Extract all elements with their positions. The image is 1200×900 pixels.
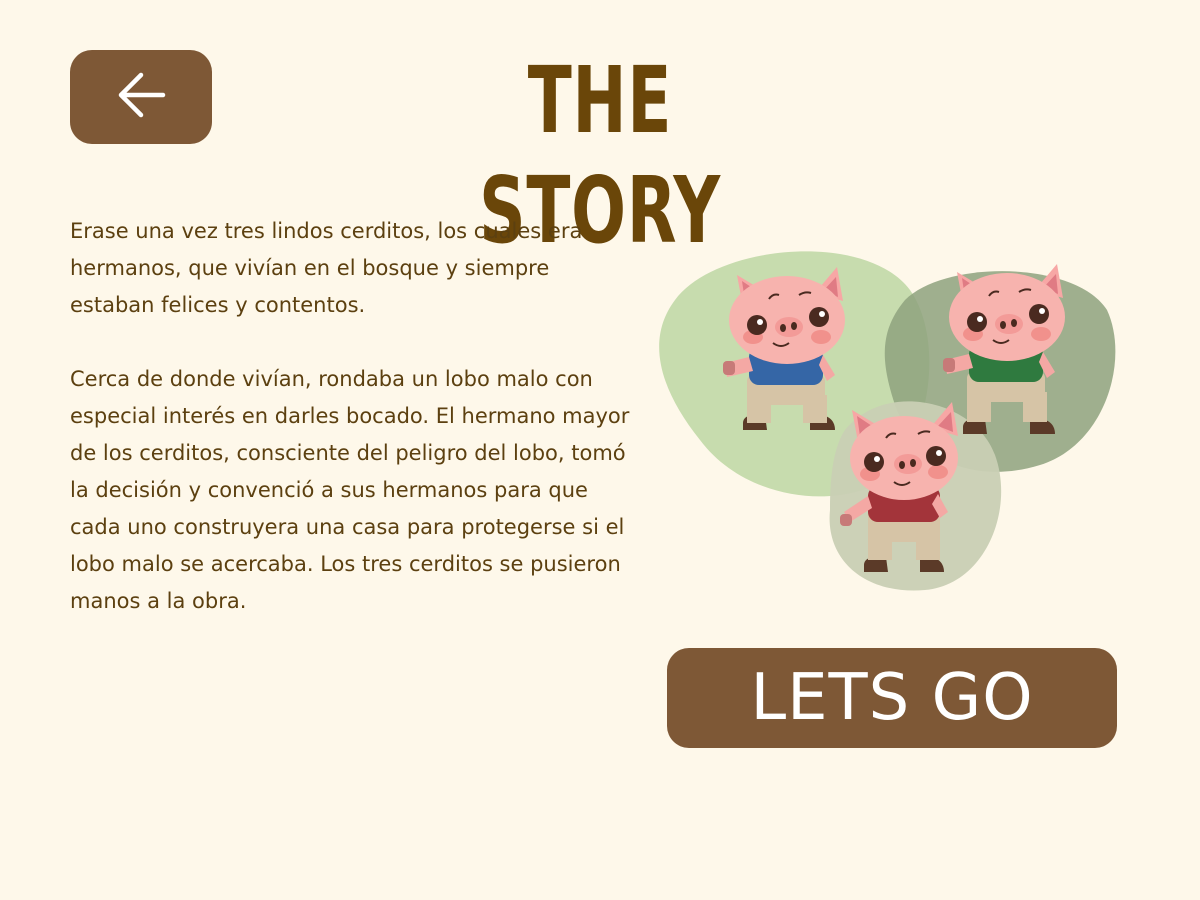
three-pigs-illustration <box>659 251 1116 591</box>
back-button[interactable] <box>70 50 212 144</box>
arrow-left-icon <box>111 65 171 129</box>
story-paragraph: Cerca de donde vivían, rondaba un lobo m… <box>70 367 630 613</box>
story-text: Erase una vez tres lindos cerditos, los … <box>70 213 630 657</box>
lets-go-button[interactable]: LETS GO <box>667 648 1117 748</box>
story-paragraph: Erase una vez tres lindos cerditos, los … <box>70 219 583 317</box>
